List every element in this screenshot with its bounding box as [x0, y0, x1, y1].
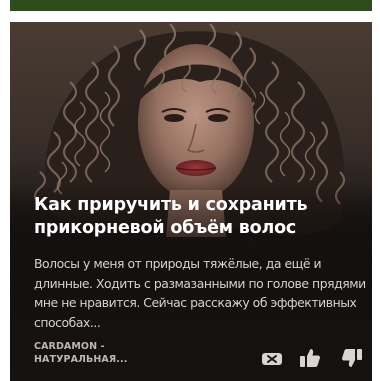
article-card[interactable]: Как приручить и сохранить прикорневой об…	[10, 22, 372, 381]
article-description: Волосы у меня от природы тяжёлые, да ещё…	[34, 256, 366, 330]
hide-publication-icon[interactable]	[260, 346, 284, 370]
top-color-strip	[10, 0, 372, 11]
article-source[interactable]: CARDAMON - НАТУРАЛЬНАЯ...	[34, 340, 184, 366]
thumbs-up-icon[interactable]	[298, 346, 322, 370]
article-actions	[260, 346, 364, 370]
thumbs-down-icon[interactable]	[340, 346, 364, 370]
article-title[interactable]: Как приручить и сохранить прикорневой об…	[34, 194, 364, 240]
